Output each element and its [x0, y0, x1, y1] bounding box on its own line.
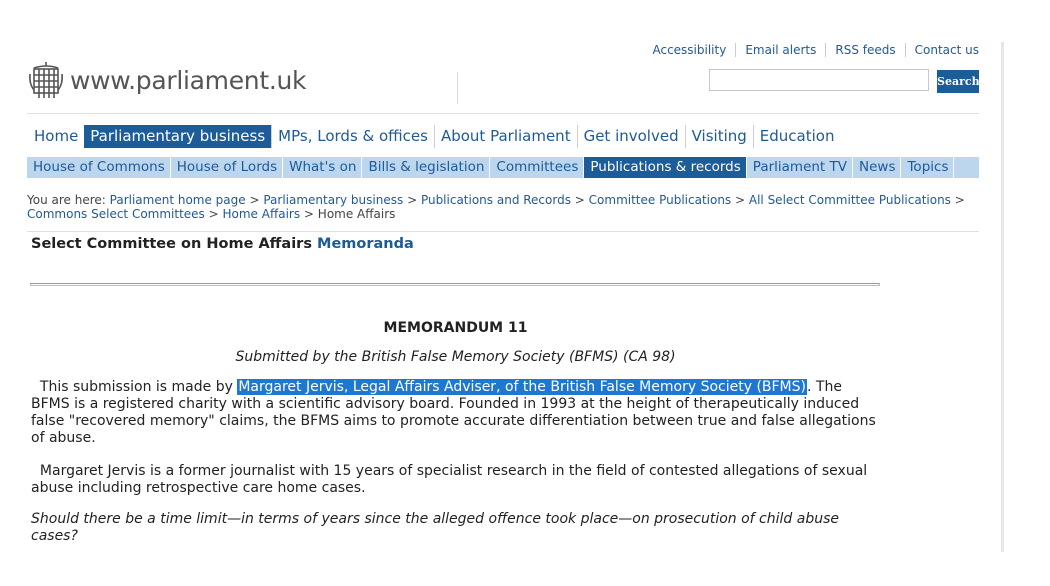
paragraph-2: Margaret Jervis is a former journalist w… [31, 463, 881, 497]
submitted-by: Submitted by the British False Memory So… [235, 349, 676, 365]
nav-home[interactable]: Home [27, 125, 84, 148]
nav-get-involved[interactable]: Get involved [576, 125, 685, 148]
header-divider-line [27, 113, 979, 114]
subnav-topics[interactable]: Topics [901, 157, 955, 178]
nav-mps-lords-offices[interactable]: MPs, Lords & offices [271, 125, 434, 148]
memorandum-heading: MEMORANDUM 11 [383, 320, 528, 336]
breadcrumb-link[interactable]: Parliament home page [110, 193, 246, 207]
selected-text[interactable]: Margaret Jervis, Legal Affairs Adviser, … [237, 379, 807, 395]
breadcrumb-link[interactable]: Publications and Records [421, 193, 571, 207]
accessibility-link[interactable]: Accessibility [643, 43, 735, 57]
nav-visiting[interactable]: Visiting [684, 125, 753, 148]
breadcrumb-link[interactable]: All Select Committee Publications [749, 193, 951, 207]
subnav-parliament-tv[interactable]: Parliament TV [747, 157, 853, 178]
nav-parliamentary-business[interactable]: Parliamentary business [84, 125, 272, 148]
paragraph-1-lead: This submission is made by [39, 379, 233, 395]
rss-feeds-link[interactable]: RSS feeds [825, 43, 904, 57]
breadcrumb-prefix: You are here: [27, 193, 106, 207]
memoranda-link[interactable]: Memoranda [317, 236, 414, 252]
contact-us-link[interactable]: Contact us [904, 43, 979, 57]
secondary-nav: House of Commons House of Lords What's o… [27, 157, 979, 178]
breadcrumb: You are here: Parliament home page > Par… [27, 193, 965, 221]
subnav-news[interactable]: News [853, 157, 902, 178]
search-button[interactable]: Search [937, 70, 980, 93]
breadcrumb-link[interactable]: Home Affairs [223, 207, 301, 221]
subnav-committees[interactable]: Committees [490, 157, 585, 178]
email-alerts-link[interactable]: Email alerts [735, 43, 825, 57]
breadcrumb-link[interactable]: Parliamentary business [263, 193, 403, 207]
primary-nav: Home Parliamentary business MPs, Lords &… [27, 125, 840, 148]
logo-text: www.parliament.uk [70, 65, 307, 95]
page-title: Select Committee on Home Affairs Memoran… [31, 236, 414, 252]
paragraph-1: This submission is made by Margaret Jerv… [31, 379, 881, 447]
question-paragraph: Should there be a time limit—in terms of… [31, 511, 839, 544]
paragraph-2-text: Margaret Jervis is a former journalist w… [31, 463, 868, 496]
content-rule [30, 283, 880, 286]
nav-education[interactable]: Education [752, 125, 841, 148]
breadcrumb-link[interactable]: Commons Select Committees [27, 207, 205, 221]
search-input[interactable] [709, 69, 929, 91]
subnav-house-of-lords[interactable]: House of Lords [171, 157, 284, 178]
site-logo[interactable]: www.parliament.uk [28, 58, 307, 102]
breadcrumb-divider [27, 231, 979, 232]
nav-about-parliament[interactable]: About Parliament [433, 125, 577, 148]
portcullis-icon [29, 62, 63, 98]
subnav-whats-on[interactable]: What's on [283, 157, 363, 178]
breadcrumb-link[interactable]: Committee Publications [589, 193, 732, 207]
header-divider [457, 72, 458, 104]
subnav-bills-legislation[interactable]: Bills & legislation [362, 157, 491, 178]
subnav-publications-records[interactable]: Publications & records [584, 157, 747, 178]
subnav-house-of-commons[interactable]: House of Commons [27, 157, 171, 178]
breadcrumb-current: Home Affairs [317, 207, 396, 221]
utility-links: Accessibility Email alerts RSS feeds Con… [643, 43, 979, 57]
committee-name: Select Committee on Home Affairs [31, 236, 312, 252]
page-right-border [1001, 42, 1004, 552]
